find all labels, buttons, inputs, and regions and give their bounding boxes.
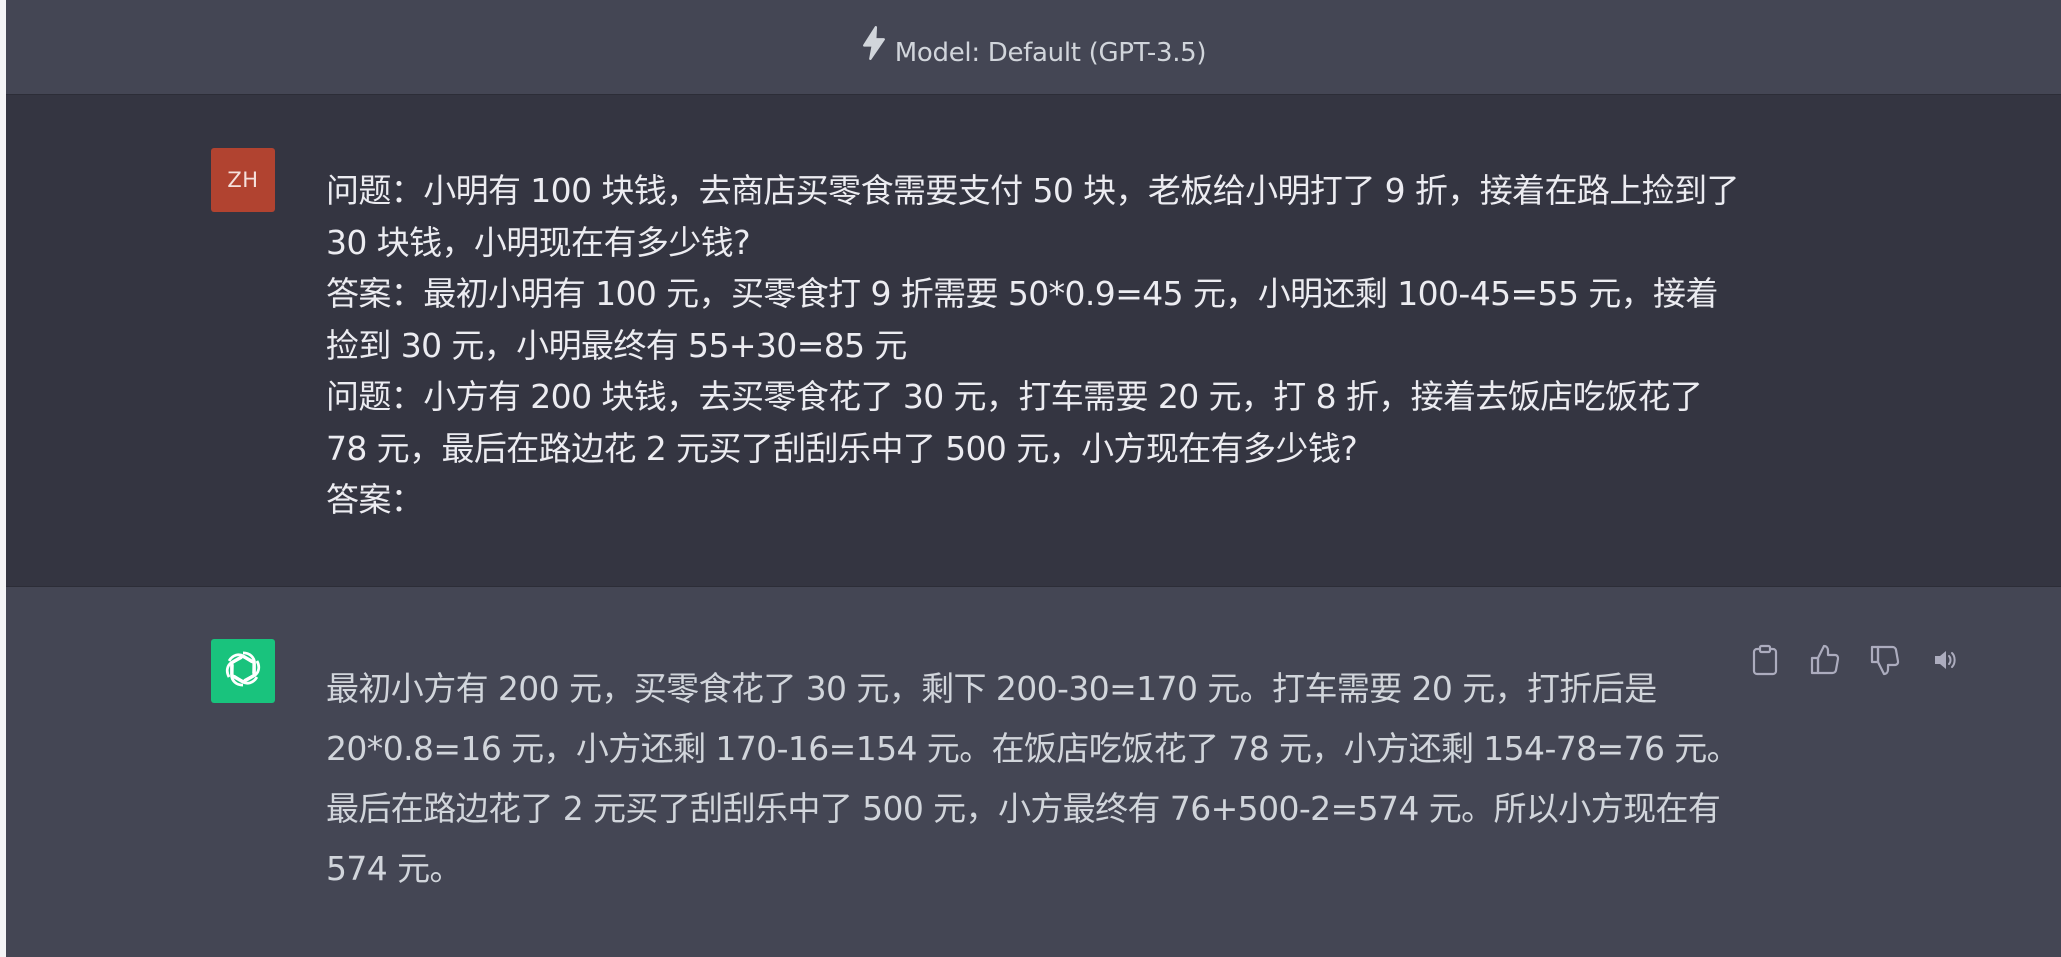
clipboard-icon (1752, 644, 1778, 676)
read-aloud-button[interactable] (1930, 644, 1960, 676)
openai-logo-icon (220, 646, 266, 696)
assistant-avatar (211, 639, 275, 703)
thumbs-down-icon (1870, 644, 1900, 676)
model-header: Model: Default (GPT-3.5) (6, 0, 2061, 95)
user-paragraph: 答案：最初小明有 100 元，买零食打 9 折需要 50*0.9=45 元，小明… (326, 274, 1718, 365)
user-paragraph: 问题：小明有 100 块钱，去商店买零食需要支付 50 块，老板给小明打了 9 … (326, 171, 1740, 262)
user-message: ZH 问题：小明有 100 块钱，去商店买零食需要支付 50 块，老板给小明打了… (6, 95, 2061, 586)
user-paragraph: 问题：小方有 200 块钱，去买零食花了 30 元，打车需要 20 元，打 8 … (326, 377, 1703, 468)
assistant-message: 最初小方有 200 元，买零食花了 30 元，剩下 200-30=170 元。打… (6, 586, 2061, 957)
model-label: Model: Default (GPT-3.5) (894, 38, 1207, 68)
thumbs-up-button[interactable] (1810, 644, 1840, 676)
copy-button[interactable] (1750, 644, 1780, 676)
speaker-icon (1932, 647, 1958, 673)
avatar-initials: ZH (227, 168, 259, 192)
lightning-bolt-icon (859, 26, 889, 68)
model-indicator: Model: Default (GPT-3.5) (859, 26, 1207, 68)
thumbs-up-icon (1810, 644, 1840, 676)
window-edge (0, 0, 6, 957)
chat-window: Model: Default (GPT-3.5) ZH 问题：小明有 100 块… (0, 0, 2061, 957)
assistant-message-text: 最初小方有 200 元，买零食花了 30 元，剩下 200-30=170 元。打… (326, 669, 1740, 888)
avatar: ZH (211, 148, 275, 212)
message-actions (1750, 644, 1960, 676)
thumbs-down-button[interactable] (1870, 644, 1900, 676)
user-paragraph: 答案： (326, 480, 424, 519)
user-message-text: 问题：小明有 100 块钱，去商店买零食需要支付 50 块，老板给小明打了 9 … (326, 165, 1746, 526)
